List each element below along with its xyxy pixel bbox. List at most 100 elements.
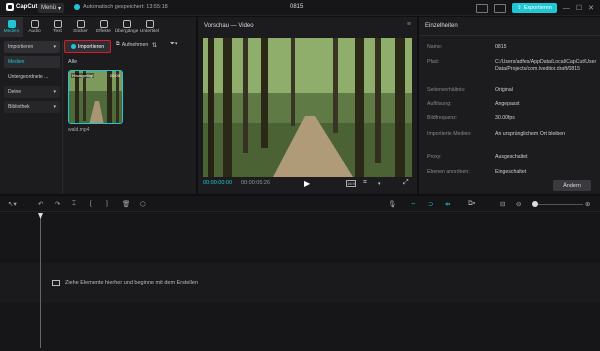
preview-title: Vorschau — Video	[204, 23, 254, 29]
sort-icon[interactable]: ⇅	[152, 42, 157, 49]
split-right-icon[interactable]: ]	[106, 200, 108, 207]
sidenav-item[interactable]: Medien	[4, 56, 60, 68]
import-button[interactable]: Importieren	[64, 40, 111, 53]
detail-value: An ursprünglichem Ort bleiben	[495, 131, 566, 137]
divider	[62, 39, 63, 194]
capcut-logo-icon	[6, 3, 14, 11]
layout-icon[interactable]	[476, 3, 489, 13]
chevron-down-icon: ▾	[53, 104, 56, 110]
preview-axis-icon[interactable]: ⧉▾	[468, 200, 475, 208]
detail-value: 0815	[495, 44, 507, 50]
snap-icon[interactable]: ⇹	[445, 200, 450, 208]
sidenav-item-label: Medien	[8, 59, 25, 65]
export-button[interactable]: ⇪ Exportieren	[512, 3, 557, 13]
split-left-icon[interactable]: [	[90, 200, 92, 207]
magnet-icon[interactable]: ⊃	[428, 200, 433, 208]
detail-key: Pfad:	[427, 59, 440, 65]
change-button[interactable]: Ändern	[553, 180, 591, 191]
play-button[interactable]: ▶	[304, 179, 310, 188]
transitions-icon	[122, 20, 131, 28]
undo-icon[interactable]: ↶	[38, 200, 43, 208]
sidenav-item-label: Bibliothek	[8, 104, 30, 110]
delete-icon[interactable]: 🗑	[122, 200, 130, 208]
text-icon	[53, 20, 62, 28]
maximize-icon[interactable]: ☐	[576, 4, 582, 12]
crop-icon[interactable]: ⌗	[363, 179, 367, 187]
fullscreen-icon[interactable]: ⤢	[403, 179, 409, 187]
detail-key: Ebenen anordnen:	[427, 169, 470, 175]
timeline-ruler[interactable]	[0, 212, 600, 224]
detail-key: Seitenverhältnis:	[427, 87, 466, 93]
detail-key: Name:	[427, 44, 443, 50]
media-clip-thumbnail[interactable]: Hinzugefügt 00:05	[68, 70, 123, 124]
filter-icon[interactable]: ⏷▾	[170, 41, 178, 48]
menu-icon[interactable]: ≡	[407, 21, 411, 28]
tab-effekte[interactable]: Effekte	[92, 17, 115, 37]
link-icon[interactable]: ⇔	[410, 200, 417, 207]
shield-icon[interactable]: ⬡	[140, 200, 146, 208]
playhead[interactable]	[40, 214, 41, 348]
detail-value: Eingeschaltet	[495, 169, 527, 175]
video-preview[interactable]	[203, 38, 412, 177]
shortcut-icon[interactable]	[494, 3, 507, 13]
sidenav-item[interactable]: Importieren ▾	[4, 41, 60, 53]
media-icon	[7, 20, 16, 28]
total-duration: 00:00:05:26	[241, 180, 271, 186]
zoom-slider-handle[interactable]	[532, 201, 538, 207]
media-sidenav: Importieren ▾ Medien Untergeordnete ... Dein…	[4, 41, 60, 116]
detail-key: Importierte Medien:	[427, 131, 472, 137]
menu-label: Menü	[40, 5, 56, 11]
aspect-ratio-button[interactable]: 16:9	[346, 180, 356, 187]
split-view-icon[interactable]: ⊟	[500, 200, 505, 208]
current-time: 00:00:00:00	[203, 180, 233, 186]
clip-duration: 00:05	[109, 73, 120, 78]
added-badge: Hinzugefügt	[71, 73, 95, 78]
record-button[interactable]: ⧉ Aufnehmen	[116, 41, 148, 48]
menu-button[interactable]: Menü ▾	[38, 3, 64, 13]
detail-row: Proxy: Ausgeschaltet	[427, 154, 597, 160]
sidenav-item[interactable]: Untergeordnete ...	[4, 71, 60, 83]
zoom-in-icon[interactable]: ⊕	[585, 200, 590, 208]
tab-label: Text	[53, 29, 62, 34]
subtitles-icon	[145, 20, 154, 28]
details-panel: Einzelheiten Name: 0815 Pfad: C:/Users/adfe…	[419, 17, 600, 194]
forest-thumbnail	[69, 71, 122, 123]
zoom-slider[interactable]	[535, 204, 583, 205]
sidenav-item[interactable]: Bibliothek ▾	[4, 101, 60, 113]
media-panel: Medien Audio Text Sticker Effekte Übergänge Un…	[0, 17, 196, 194]
import-label: Importieren	[77, 43, 105, 50]
preview-panel: Vorschau — Video ≡ 00:00:00:00 00:00:05:…	[198, 17, 417, 194]
sidenav-item-label: Untergeordnete ...	[8, 74, 49, 80]
tab-medien[interactable]: Medien	[0, 17, 23, 37]
minimize-icon[interactable]: —	[563, 5, 570, 12]
tab-text[interactable]: Text	[46, 17, 69, 37]
sidenav-item[interactable]: Deine ▾	[4, 86, 60, 98]
detail-row: Bildfrequenz: 30.00fps	[427, 115, 597, 121]
chevron-down-icon: ▾	[58, 5, 62, 12]
tab-sticker[interactable]: Sticker	[69, 17, 92, 37]
tab-label: Effekte	[96, 29, 111, 34]
detail-value: 30.00fps	[495, 115, 515, 121]
details-title: Einzelheiten	[425, 23, 458, 29]
zoom-dropdown[interactable]: ▾	[378, 181, 381, 187]
timeline-panel: ↖▾ ↶ ↷ ⌶ [ ] 🗑 ⬡ 🎙 ⇔ ⊃ ⇹ ⧉▾ ⊟ ⊖ ⊕ Ziehe …	[0, 196, 600, 351]
split-icon[interactable]: ⌶	[72, 200, 76, 208]
cloud-icon	[74, 4, 80, 10]
tab-untertitel[interactable]: Untertitel	[138, 17, 161, 37]
sticker-icon	[76, 20, 85, 28]
tab-label: Übergänge	[114, 29, 139, 34]
timeline-toolbar: ↖▾ ↶ ↷ ⌶ [ ] 🗑 ⬡ 🎙 ⇔ ⊃ ⇹ ⧉▾ ⊟ ⊖ ⊕	[0, 196, 600, 212]
microphone-icon[interactable]: 🎙	[388, 200, 396, 208]
select-tool-icon[interactable]: ↖▾	[8, 200, 17, 208]
detail-row: Pfad: C:/Users/adfes/AppData/Local/CapCut…	[427, 59, 597, 72]
tab-label: Untertitel	[139, 29, 160, 34]
tab-audio[interactable]: Audio	[23, 17, 46, 37]
redo-icon[interactable]: ↷	[55, 200, 60, 208]
zoom-out-icon[interactable]: ⊖	[516, 200, 521, 208]
record-icon: ⧉	[116, 41, 120, 47]
drop-hint: Ziehe Elemente hierher und beginne mit d…	[52, 280, 198, 286]
tab-übergänge[interactable]: Übergänge	[115, 17, 138, 37]
detail-value: Ausgeschaltet	[495, 154, 528, 160]
close-icon[interactable]: ✕	[588, 4, 594, 12]
change-label: Ändern	[563, 182, 581, 189]
